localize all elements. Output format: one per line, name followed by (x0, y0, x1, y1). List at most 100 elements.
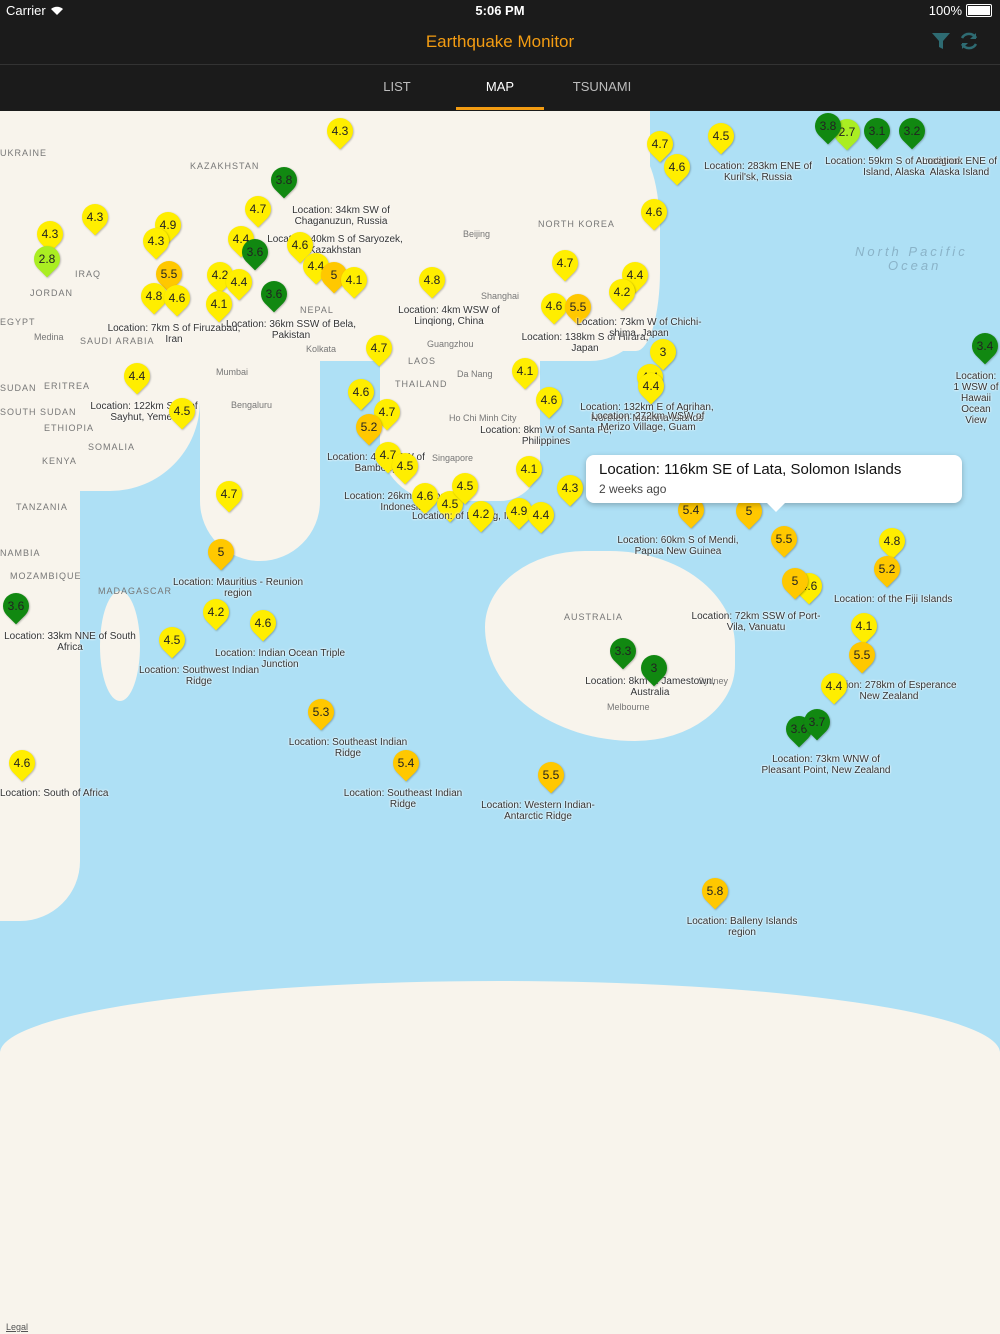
quake-marker[interactable]: 4.6 (158, 279, 196, 317)
quake-marker[interactable]: 4.7 (210, 475, 248, 513)
quake-marker[interactable]: 4.4 (632, 367, 670, 405)
region-label: UKRAINE (0, 148, 48, 158)
quake-marker[interactable]: 2.8 (28, 240, 66, 278)
quake-marker[interactable]: 4.2 (462, 495, 500, 533)
quake-magnitude: 5.2 (360, 420, 378, 434)
quake-magnitude: 4.6 (13, 756, 31, 770)
region-label: SOMALIA (88, 442, 136, 452)
quake-marker[interactable]: 4.8 (873, 522, 911, 560)
quake-magnitude: 3.6 (7, 599, 25, 613)
quake-magnitude: 4.6 (352, 385, 370, 399)
quake-marker[interactable]: 5 (202, 533, 240, 571)
quake-magnitude: 4.4 (825, 679, 843, 693)
quake-magnitude: 4.8 (883, 534, 901, 548)
quake-marker[interactable]: 4.5 (163, 392, 201, 430)
city-label: Mumbai (216, 367, 249, 377)
navigation-bar: Earthquake Monitor (0, 22, 1000, 65)
quake-marker[interactable]: 4.7 (239, 190, 277, 228)
quake-marker[interactable]: 4.7 (546, 244, 584, 282)
quake-marker[interactable]: 3.7 (798, 703, 836, 741)
quake-location-label: Location: 34km SW of Chaganuzun, Russia (292, 205, 390, 227)
quake-magnitude: 4.4 (642, 379, 660, 393)
quake-marker[interactable]: 4.1 (845, 607, 883, 645)
quake-marker[interactable]: 3.1 (858, 112, 896, 150)
quake-marker[interactable]: 4.2 (197, 593, 235, 631)
quake-magnitude: 4.3 (331, 124, 349, 138)
quake-marker[interactable]: 4.1 (506, 352, 544, 390)
quake-magnitude: 3.7 (808, 715, 826, 729)
quake-magnitude: 4.3 (147, 234, 165, 248)
quake-magnitude: 4.6 (668, 160, 686, 174)
city-label: Medina (34, 332, 64, 342)
quake-marker[interactable]: 4.5 (702, 117, 740, 155)
quake-location-label: Location: South of Africa (0, 788, 109, 799)
region-label: SOUTH SUDAN (0, 407, 77, 417)
quake-magnitude: 4.7 (220, 487, 238, 501)
quake-magnitude: 4.7 (651, 137, 669, 151)
quake-marker[interactable]: 4.6 (244, 604, 282, 642)
quake-marker[interactable]: 4.3 (551, 469, 589, 507)
quake-marker[interactable]: 4.5 (153, 621, 191, 659)
quake-magnitude: 3.6 (265, 287, 283, 301)
quake-marker[interactable]: 4.6 (635, 193, 673, 231)
quake-marker[interactable]: 4.3 (321, 112, 359, 150)
quake-marker[interactable]: 5.8 (696, 872, 734, 910)
quake-marker[interactable]: 5.5 (765, 520, 803, 558)
quake-marker[interactable]: 3.6 (255, 275, 293, 313)
quake-magnitude: 3.6 (246, 245, 264, 259)
region-label: IRAQ (75, 269, 102, 279)
quake-magnitude: 4.2 (207, 605, 225, 619)
quake-marker[interactable]: 5 (776, 562, 814, 600)
region-label: EGYPT (0, 317, 36, 327)
quake-marker[interactable]: 4.5 (386, 447, 424, 485)
quake-location-label: Location: 36km SSW of Bela, Pakistan (225, 319, 357, 341)
city-label: Bengaluru (231, 400, 273, 410)
quake-marker[interactable]: 3 (635, 649, 673, 687)
quake-marker[interactable]: 5.3 (302, 693, 340, 731)
quake-marker[interactable]: 4.7 (360, 329, 398, 367)
segmented-tabs: LIST MAP TSUNAMI (0, 65, 1000, 111)
quake-marker[interactable]: 5.2 (868, 550, 906, 588)
quake-marker[interactable]: 4.2 (603, 273, 641, 311)
quake-marker[interactable]: 4.4 (815, 667, 853, 705)
quake-magnitude: 3.8 (275, 173, 293, 187)
quake-marker[interactable]: 4.1 (510, 450, 548, 488)
quake-location-label: Location: Balleny Islands region (686, 916, 798, 938)
filter-icon[interactable] (930, 30, 952, 52)
quake-magnitude: 4.8 (423, 273, 441, 287)
city-label: Kolkata (306, 344, 337, 354)
legal-link[interactable]: Legal (6, 1322, 28, 1332)
land-antarctica (0, 981, 1000, 1334)
tab-list[interactable]: LIST (353, 79, 441, 94)
quake-marker[interactable]: 5.5 (532, 756, 570, 794)
tab-tsunami[interactable]: TSUNAMI (558, 79, 646, 94)
quake-marker[interactable]: 4.4 (522, 496, 560, 534)
city-label: Da Nang (457, 369, 493, 379)
tab-map[interactable]: MAP (456, 79, 544, 94)
selected-quake-callout[interactable]: Location: 116km SE of Lata, Solomon Isla… (586, 455, 962, 512)
quake-location-label: Location: Southwest Indian Ridge (138, 665, 260, 687)
quake-marker[interactable]: 5.2 (350, 408, 388, 446)
quake-location-label: Location: Western Indian-Antarctic Ridge (481, 800, 595, 822)
region-label: MOZAMBIQUE (10, 571, 82, 581)
quake-marker[interactable]: 4.1 (200, 285, 238, 323)
quake-marker[interactable]: 4.6 (530, 381, 568, 419)
quake-marker[interactable]: 4.7 (641, 125, 679, 163)
quake-marker[interactable]: 4.3 (76, 198, 114, 236)
quake-marker[interactable]: 3.8 (265, 161, 303, 199)
quake-marker[interactable]: 4.5 (446, 467, 484, 505)
quake-marker[interactable]: 4.8 (413, 261, 451, 299)
quake-marker[interactable]: 5.4 (387, 744, 425, 782)
quake-marker[interactable]: 4.3 (137, 222, 175, 260)
quake-marker[interactable]: 4.4 (118, 357, 156, 395)
refresh-icon[interactable] (958, 30, 980, 52)
quake-marker[interactable]: 4.1 (335, 261, 373, 299)
quake-marker[interactable]: 3.6 (236, 233, 274, 271)
quake-marker[interactable]: 3.2 (893, 112, 931, 150)
quake-magnitude: 4.3 (86, 210, 104, 224)
quake-marker[interactable]: 4.6 (3, 744, 41, 782)
quake-marker[interactable]: 3.4 (966, 327, 1000, 365)
quake-marker[interactable]: 3.3 (604, 632, 642, 670)
earthquake-map[interactable]: KAZAKHSTAN UKRAINE NORTH KOREA JORDAN IR… (0, 111, 1000, 1334)
quake-marker[interactable]: 5.5 (843, 636, 881, 674)
